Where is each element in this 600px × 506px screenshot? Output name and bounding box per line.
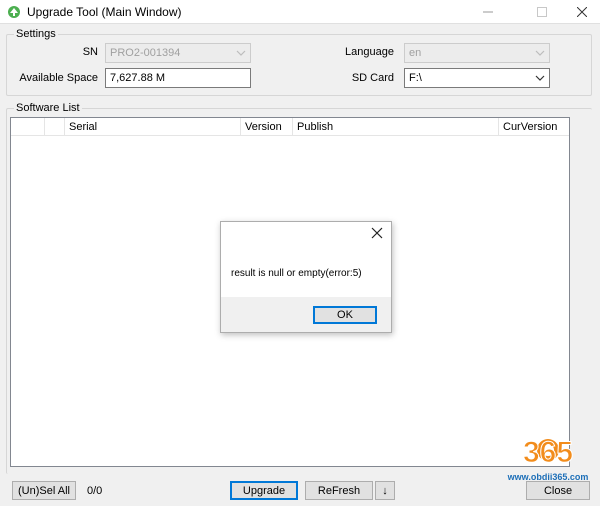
sd-card-select[interactable]: F:\ xyxy=(404,68,550,88)
chevron-down-icon xyxy=(236,50,246,56)
title-bar[interactable]: Upgrade Tool (Main Window) xyxy=(0,0,600,24)
list-header: Serial Version Publish CurVersion xyxy=(11,118,569,136)
app-icon xyxy=(8,6,20,18)
available-space-value: 7,627.88 M xyxy=(110,72,166,84)
sd-card-value: F:\ xyxy=(409,72,422,84)
window-title: Upgrade Tool (Main Window) xyxy=(27,5,182,19)
language-select[interactable]: en xyxy=(404,43,550,63)
sn-value: PRO2-001394 xyxy=(110,47,181,59)
chevron-down-icon xyxy=(535,75,545,81)
minimize-icon xyxy=(483,11,493,13)
column-header-check[interactable] xyxy=(11,118,45,136)
dialog-body: result is null or empty(error:5) xyxy=(221,222,391,297)
ok-button[interactable]: OK xyxy=(313,306,377,324)
column-header-serial[interactable]: Serial xyxy=(65,118,241,136)
language-value: en xyxy=(409,47,422,59)
column-header-publish[interactable]: Publish xyxy=(293,118,499,136)
minimize-button[interactable] xyxy=(468,0,508,24)
software-list-group-label: Software List xyxy=(14,102,82,114)
refresh-button[interactable]: ReFresh xyxy=(305,481,373,500)
watermark-logo: 365 www.obdii365.com xyxy=(507,436,589,483)
selection-count: 0/0 xyxy=(87,485,103,497)
maximize-button[interactable] xyxy=(522,0,562,24)
ok-label: OK xyxy=(337,309,353,321)
language-label: Language xyxy=(345,46,394,58)
refresh-label: ReFresh xyxy=(317,484,361,497)
unselect-all-label: (Un)Sel All xyxy=(18,484,70,497)
unselect-all-button[interactable]: (Un)Sel All xyxy=(12,481,76,500)
watermark-number: 365 xyxy=(523,436,573,469)
sn-label: SN xyxy=(82,46,98,58)
download-arrow-button[interactable]: ↓ xyxy=(375,481,395,500)
sd-card-label: SD Card xyxy=(351,72,394,84)
column-header-version[interactable]: Version xyxy=(241,118,293,136)
close-icon xyxy=(577,7,587,17)
available-space-label: Available Space xyxy=(19,72,98,84)
watermark-url: www.obdii365.com xyxy=(507,472,589,482)
maximize-icon xyxy=(537,7,547,17)
error-dialog: result is null or empty(error:5) OK xyxy=(220,221,392,333)
window-close-button[interactable] xyxy=(562,0,600,24)
upgrade-button[interactable]: Upgrade xyxy=(230,481,298,500)
upgrade-label: Upgrade xyxy=(242,484,286,497)
settings-group-label: Settings xyxy=(14,28,58,40)
dialog-message: result is null or empty(error:5) xyxy=(231,268,362,279)
close-icon[interactable] xyxy=(369,225,385,241)
column-header-icon[interactable] xyxy=(45,118,65,136)
chevron-down-icon xyxy=(535,50,545,56)
down-arrow-icon: ↓ xyxy=(382,484,388,497)
sn-select[interactable]: PRO2-001394 xyxy=(105,43,251,63)
available-space-field: 7,627.88 M xyxy=(105,68,251,88)
column-header-curversion[interactable]: CurVersion xyxy=(499,118,569,136)
